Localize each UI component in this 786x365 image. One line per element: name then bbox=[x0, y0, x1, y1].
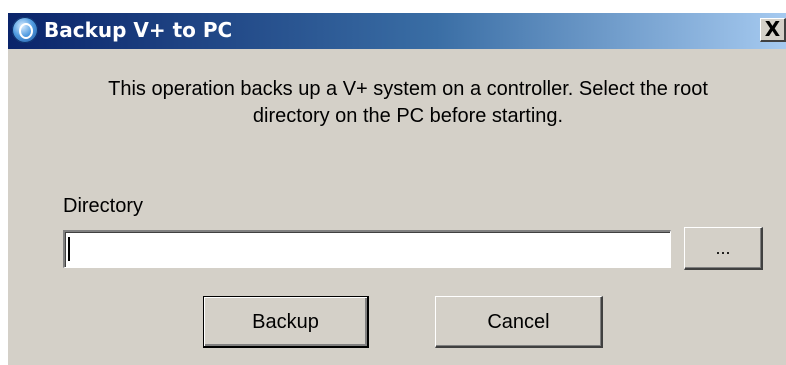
window-title: Backup V+ to PC bbox=[44, 18, 233, 42]
backup-dialog: Backup V+ to PC X This operation backs u… bbox=[7, 12, 786, 365]
app-logo-icon bbox=[12, 17, 38, 43]
browse-button[interactable]: ... bbox=[684, 227, 763, 270]
title-bar[interactable]: Backup V+ to PC X bbox=[8, 13, 786, 49]
description-text: This operation backs up a V+ system on a… bbox=[108, 78, 708, 127]
text-caret bbox=[68, 237, 70, 261]
directory-input[interactable] bbox=[63, 230, 671, 268]
cancel-button[interactable]: Cancel bbox=[435, 296, 603, 348]
backup-button[interactable]: Backup bbox=[203, 296, 369, 348]
directory-label: Directory bbox=[63, 195, 144, 217]
close-button[interactable]: X bbox=[760, 18, 786, 42]
